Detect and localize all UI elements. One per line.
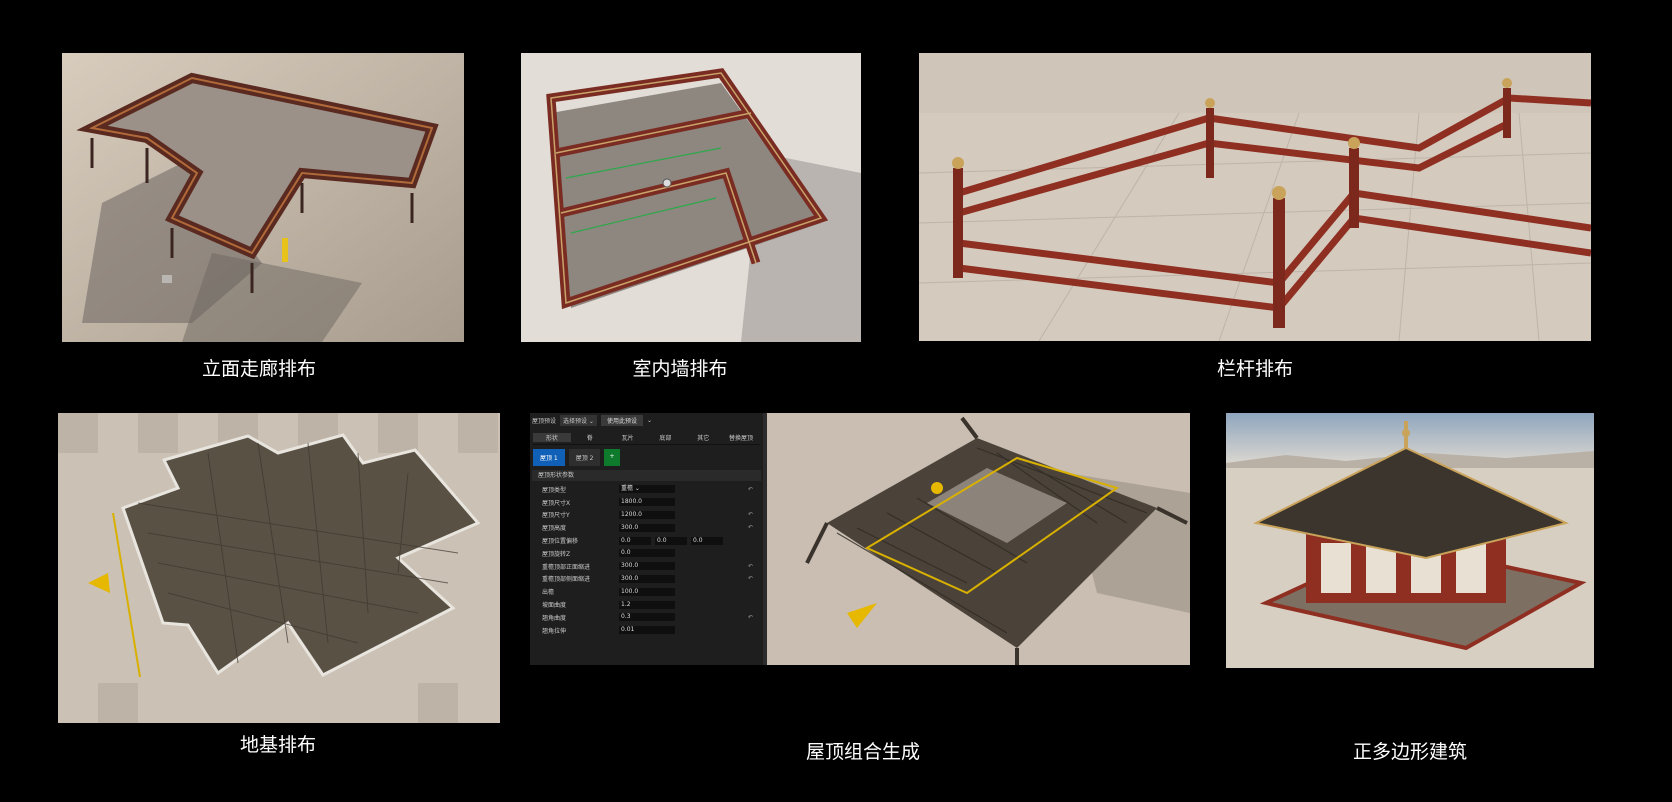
param-input[interactable]: 1200.0 [619,510,675,519]
roof-category-tabs: 形状 脊 瓦片 底部 其它 替换屋顶 [533,430,760,445]
param-row: 重檐顶部侧面缩进 300.0 ↶ [530,573,763,586]
param-input[interactable]: 1800.0 [619,498,675,507]
param-label: 屋顶高度 [542,525,567,533]
param-label: 出檐 [542,589,555,597]
param-label: 屋顶类型 [542,486,567,494]
tab-shape[interactable]: 形状 [533,432,571,442]
roof-settings-panel: 屋顶预设 选择预设 ⌄ 使用此预设 ⌄ 形状 脊 瓦片 底部 其它 替换屋顶 屋… [530,413,767,665]
param-row: 出檐 100.0 [530,585,763,598]
tab-roof-1[interactable]: 屋顶 1 [533,449,565,466]
param-input[interactable]: 0.3 [619,613,675,622]
param-row: 坡面曲度 1.2 [530,598,763,611]
param-input[interactable]: 1.2 [619,600,675,609]
param-row: 屋顶位置偏移 0.0 0.0 0.0 [530,534,763,547]
param-label: 重檐顶部正面缩进 [542,563,591,571]
param-row: 翘角拉伸 0.01 [530,624,763,637]
polygon-building-viewport [1226,413,1594,668]
param-row: 屋顶尺寸Y 1200.0 ↶ [530,509,763,522]
facade-corridor-caption: 立面走廊排布 [201,358,317,380]
param-label: 屋顶位置偏移 [542,538,579,546]
param-label: 重檐顶部侧面缩进 [542,576,591,584]
add-roof-button[interactable]: + [604,449,620,466]
param-input[interactable]: 0.0 [619,549,675,558]
polygon-building-caption: 正多边形建筑 [1352,741,1468,763]
preset-label: 屋顶预设 [532,417,557,425]
offset-x-input[interactable]: 0.0 [619,536,651,545]
reset-icon[interactable]: ↶ [748,524,753,531]
param-label: 屋顶尺寸X [542,499,571,507]
use-preset-button[interactable]: 使用此预设 [600,414,643,426]
tab-other[interactable]: 其它 [684,433,722,442]
param-row: 屋顶类型 重檐 ⌄ ↶ [530,483,763,496]
param-row: 屋顶尺寸X 1800.0 [530,496,763,509]
param-input[interactable]: 0.01 [619,626,675,635]
reset-icon[interactable]: ↶ [748,575,753,582]
railing-caption: 栏杆排布 [1216,358,1294,380]
section-header[interactable]: 屋顶形状参数 [532,470,761,481]
reset-icon[interactable]: ↶ [748,563,753,570]
param-label: 翘角拉伸 [542,627,567,635]
param-label: 翘角曲度 [542,614,567,622]
roof-combo-viewport [767,413,1190,665]
reset-icon[interactable]: ↶ [748,614,753,621]
param-input[interactable]: 300.0 [619,574,675,583]
offset-z-input[interactable]: 0.0 [691,536,723,545]
railing-viewport [919,53,1591,341]
roof-instance-tabs: 屋顶 1 屋顶 2 + [533,449,760,466]
roof-type-dropdown[interactable]: 重檐 ⌄ [619,485,675,494]
foundation-caption: 地基排布 [239,734,317,756]
param-label: 坡面曲度 [542,602,567,610]
reset-icon[interactable]: ↶ [748,511,753,518]
interior-wall-viewport [521,53,861,342]
facade-corridor-viewport [62,53,464,342]
reset-icon[interactable]: ↶ [748,486,753,493]
param-input[interactable]: 300.0 [619,523,675,532]
select-preset-dropdown[interactable]: 选择预设 ⌄ [560,414,597,426]
interior-wall-caption: 室内墙排布 [632,358,728,380]
foundation-viewport [58,413,500,723]
tab-roof-2[interactable]: 屋顶 2 [568,449,601,466]
param-row: 屋顶高度 300.0 ↶ [530,521,763,534]
roof-combo-caption: 屋顶组合生成 [805,741,921,763]
chevron-down-icon[interactable]: ⌄ [647,417,652,424]
tab-tiles[interactable]: 瓦片 [609,433,647,442]
param-label: 屋顶旋转Z [542,550,571,558]
roof-settings-toolbar: 屋顶预设 选择预设 ⌄ 使用此预设 ⌄ [530,413,763,427]
param-label: 屋顶尺寸Y [542,512,570,520]
offset-y-input[interactable]: 0.0 [655,536,687,545]
param-row: 翘角曲度 0.3 ↶ [530,611,763,624]
param-row: 重檐顶部正面缩进 300.0 ↶ [530,560,763,573]
tab-replace-roof[interactable]: 替换屋顶 [722,433,760,442]
param-input[interactable]: 300.0 [619,562,675,571]
tab-ridge[interactable]: 脊 [571,433,609,442]
param-row: 屋顶旋转Z 0.0 [530,547,763,560]
tab-bottom[interactable]: 底部 [646,433,684,442]
param-input[interactable]: 100.0 [619,587,675,596]
